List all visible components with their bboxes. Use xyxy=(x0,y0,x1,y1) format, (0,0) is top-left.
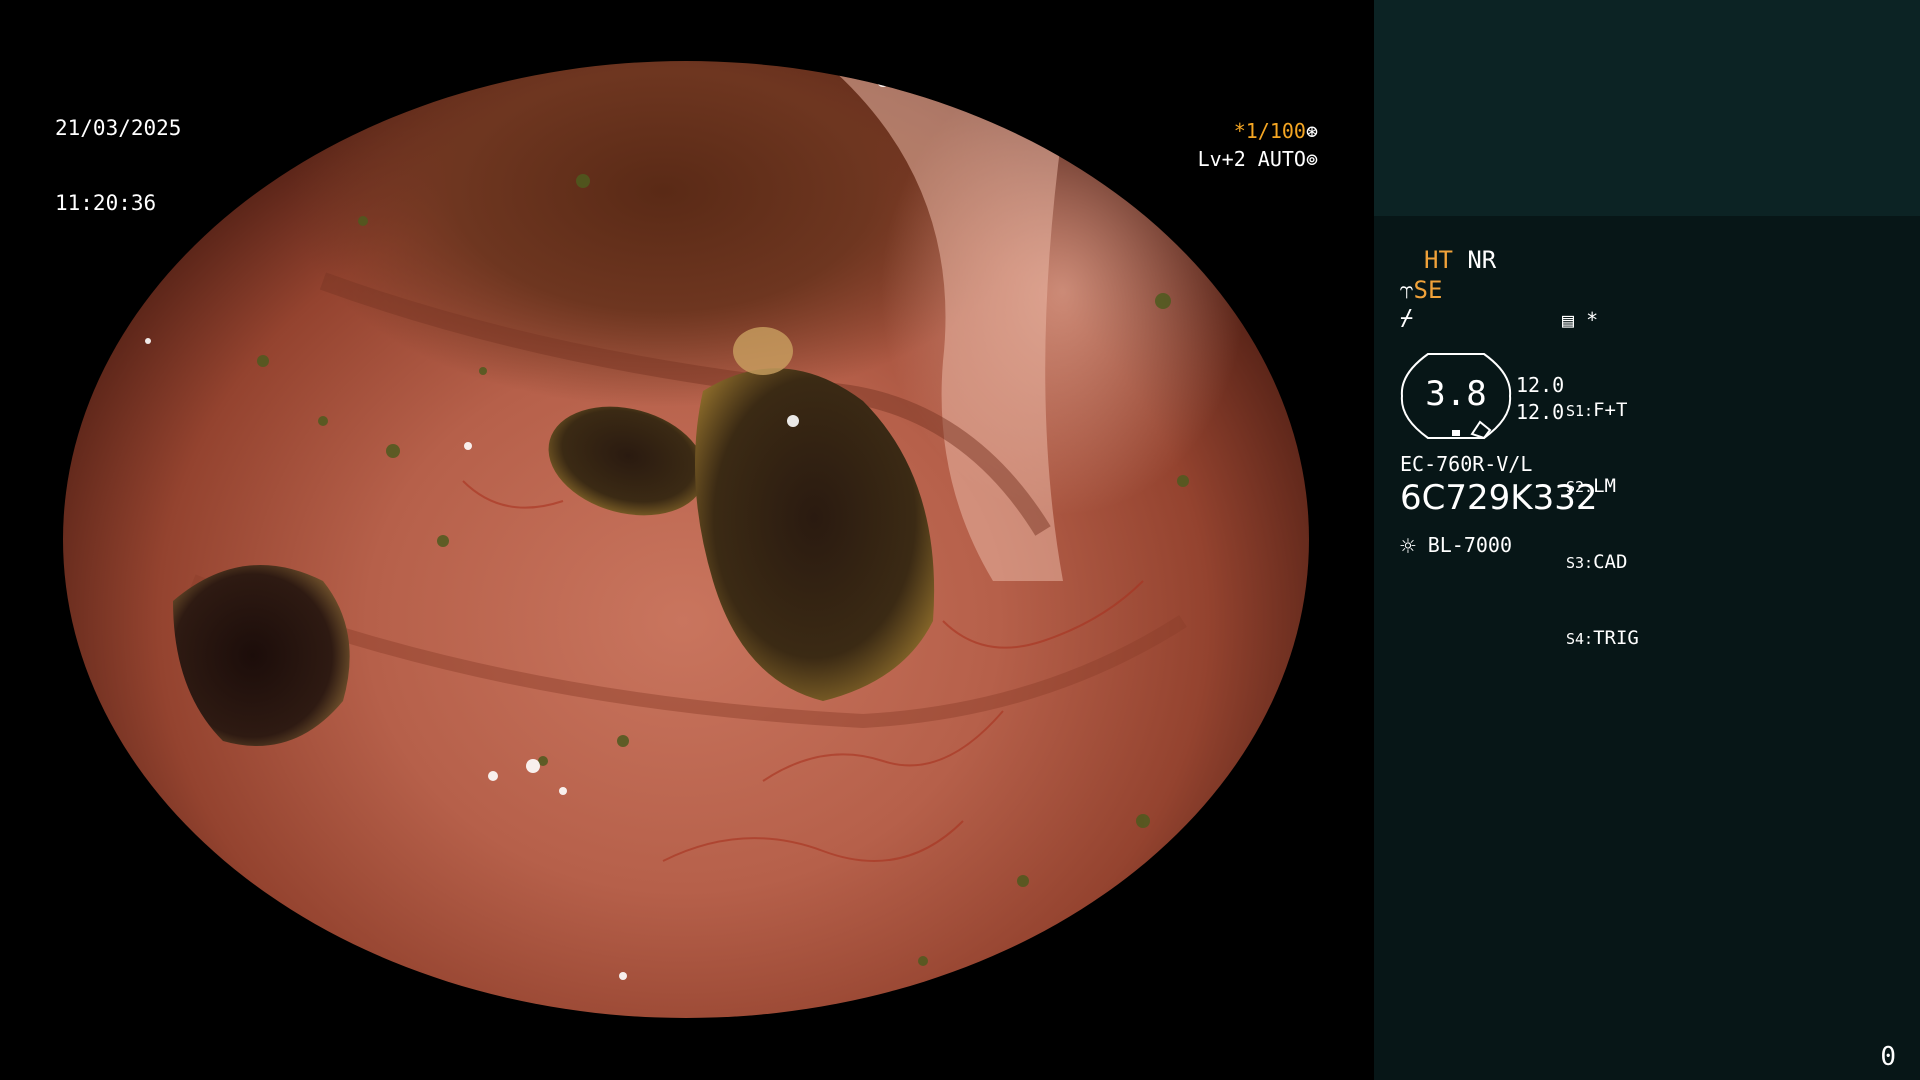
time-text: 11:20:36 xyxy=(55,191,157,215)
light-source-icon: ☼ xyxy=(1400,532,1416,562)
brightness-level: Lv+2 AUTO⊚ xyxy=(1173,129,1318,169)
frame-counter: 0 xyxy=(1880,1042,1896,1072)
structure-enhancement: ⥾SE xyxy=(1400,276,1442,304)
value-2: 12.0 xyxy=(1516,400,1565,424)
auto-iris-icon: ⊚ xyxy=(1305,147,1318,171)
scope-icon: ⥾ xyxy=(1400,276,1414,304)
slot-4: S4:TRIG xyxy=(1566,627,1639,649)
thumbnail-area xyxy=(1374,0,1920,216)
light-source: ☼ BL-7000 xyxy=(1400,532,1512,562)
datetime: 21/03/2025 11:20:36 xyxy=(55,66,181,241)
se-label: SE xyxy=(1413,276,1443,304)
switch-slots: S1:F+T S2:LM S3:CAD S4:TRIG xyxy=(1566,348,1639,702)
slot-3: S3:CAD xyxy=(1566,551,1628,573)
gauge: 3.8 xyxy=(1400,352,1512,440)
info-panel: HT NR ⥾SE ⌿ ▤ * 3.8 12.0 12.0 S1:F+T S2:L… xyxy=(1374,216,1920,1080)
gauge-values: 12.0 12.0 xyxy=(1516,372,1564,426)
memo-star: * xyxy=(1586,308,1599,332)
level-text: Lv+2 AUTO xyxy=(1197,147,1306,171)
scope-model: EC-760R-V/L xyxy=(1400,452,1533,476)
freeze-icon: ⌿ xyxy=(1400,306,1414,331)
memo-indicator: ▤ * xyxy=(1562,308,1598,332)
scope-serial: 6C729K332 xyxy=(1400,478,1598,518)
value-1: 12.0 xyxy=(1516,373,1565,397)
gauge-value: 3.8 xyxy=(1425,374,1487,414)
nr-label: NR xyxy=(1467,246,1497,274)
light-source-text: BL-7000 xyxy=(1427,533,1512,557)
enhancement-status: HT NR xyxy=(1424,246,1496,274)
date-text: 21/03/2025 xyxy=(55,116,182,140)
slot-1: S1:F+T xyxy=(1566,399,1628,421)
ht-label: HT xyxy=(1424,246,1453,274)
memo-icon: ▤ xyxy=(1562,308,1575,332)
endoscope-view-details xyxy=(63,61,1309,1018)
